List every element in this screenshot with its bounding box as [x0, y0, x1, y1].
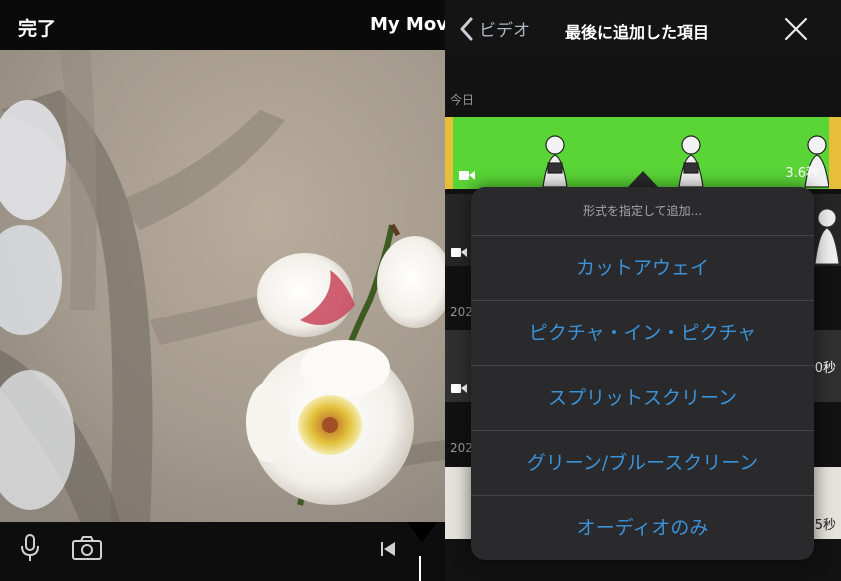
movie-editor: 完了 My Movie [0, 0, 445, 581]
back-label: ビデオ [479, 21, 530, 41]
editor-toolbar: 完了 My Movie [0, 0, 445, 50]
timeline-playhead[interactable] [419, 556, 421, 581]
video-camera-icon [459, 171, 475, 180]
section-header: 202 [450, 305, 473, 319]
menu-item-audio-only[interactable]: オーディオのみ [471, 496, 814, 560]
menu-item-green-blue-screen[interactable]: グリーン/ブルースクリーン [471, 431, 814, 496]
chevron-left-icon [460, 17, 473, 40]
done-button[interactable]: 完了 [18, 14, 56, 41]
close-icon[interactable] [783, 16, 809, 42]
menu-item-cutaway[interactable]: カットアウェイ [471, 236, 814, 301]
microphone-icon[interactable] [20, 534, 40, 562]
menu-item-split-screen[interactable]: スプリットスクリーン [471, 366, 814, 431]
clip-duration: 3.6秒 [785, 166, 819, 181]
section-header: 202 [450, 441, 473, 455]
add-as-menu: 形式を指定して追加... カットアウェイ ピクチャ・イン・ピクチャ スプリットス… [471, 187, 814, 560]
video-camera-icon [451, 384, 467, 393]
section-header-today: 今日 [450, 93, 475, 107]
clip-duration: 0秒 [814, 361, 836, 376]
menu-item-picture-in-picture[interactable]: ピクチャ・イン・ピクチャ [471, 301, 814, 366]
movie-title: My Movie [370, 14, 445, 35]
video-preview[interactable] [0, 50, 445, 522]
clip-duration: 5秒 [814, 518, 836, 533]
editor-bottom-toolbar [0, 522, 445, 581]
header-title: 最後に追加した項目 [565, 23, 710, 42]
camera-icon[interactable] [72, 536, 102, 560]
video-camera-icon [451, 248, 467, 257]
playhead-marker [407, 522, 437, 542]
popup-arrow [628, 171, 658, 187]
back-button[interactable]: ビデオ [459, 16, 530, 41]
skip-to-start-icon[interactable] [380, 541, 396, 557]
browser-header: ビデオ 最後に追加した項目 [445, 0, 841, 58]
clip-thumbnail [814, 208, 840, 264]
plum-blossom-photo [0, 50, 445, 522]
menu-header: 形式を指定して追加... [471, 187, 814, 236]
